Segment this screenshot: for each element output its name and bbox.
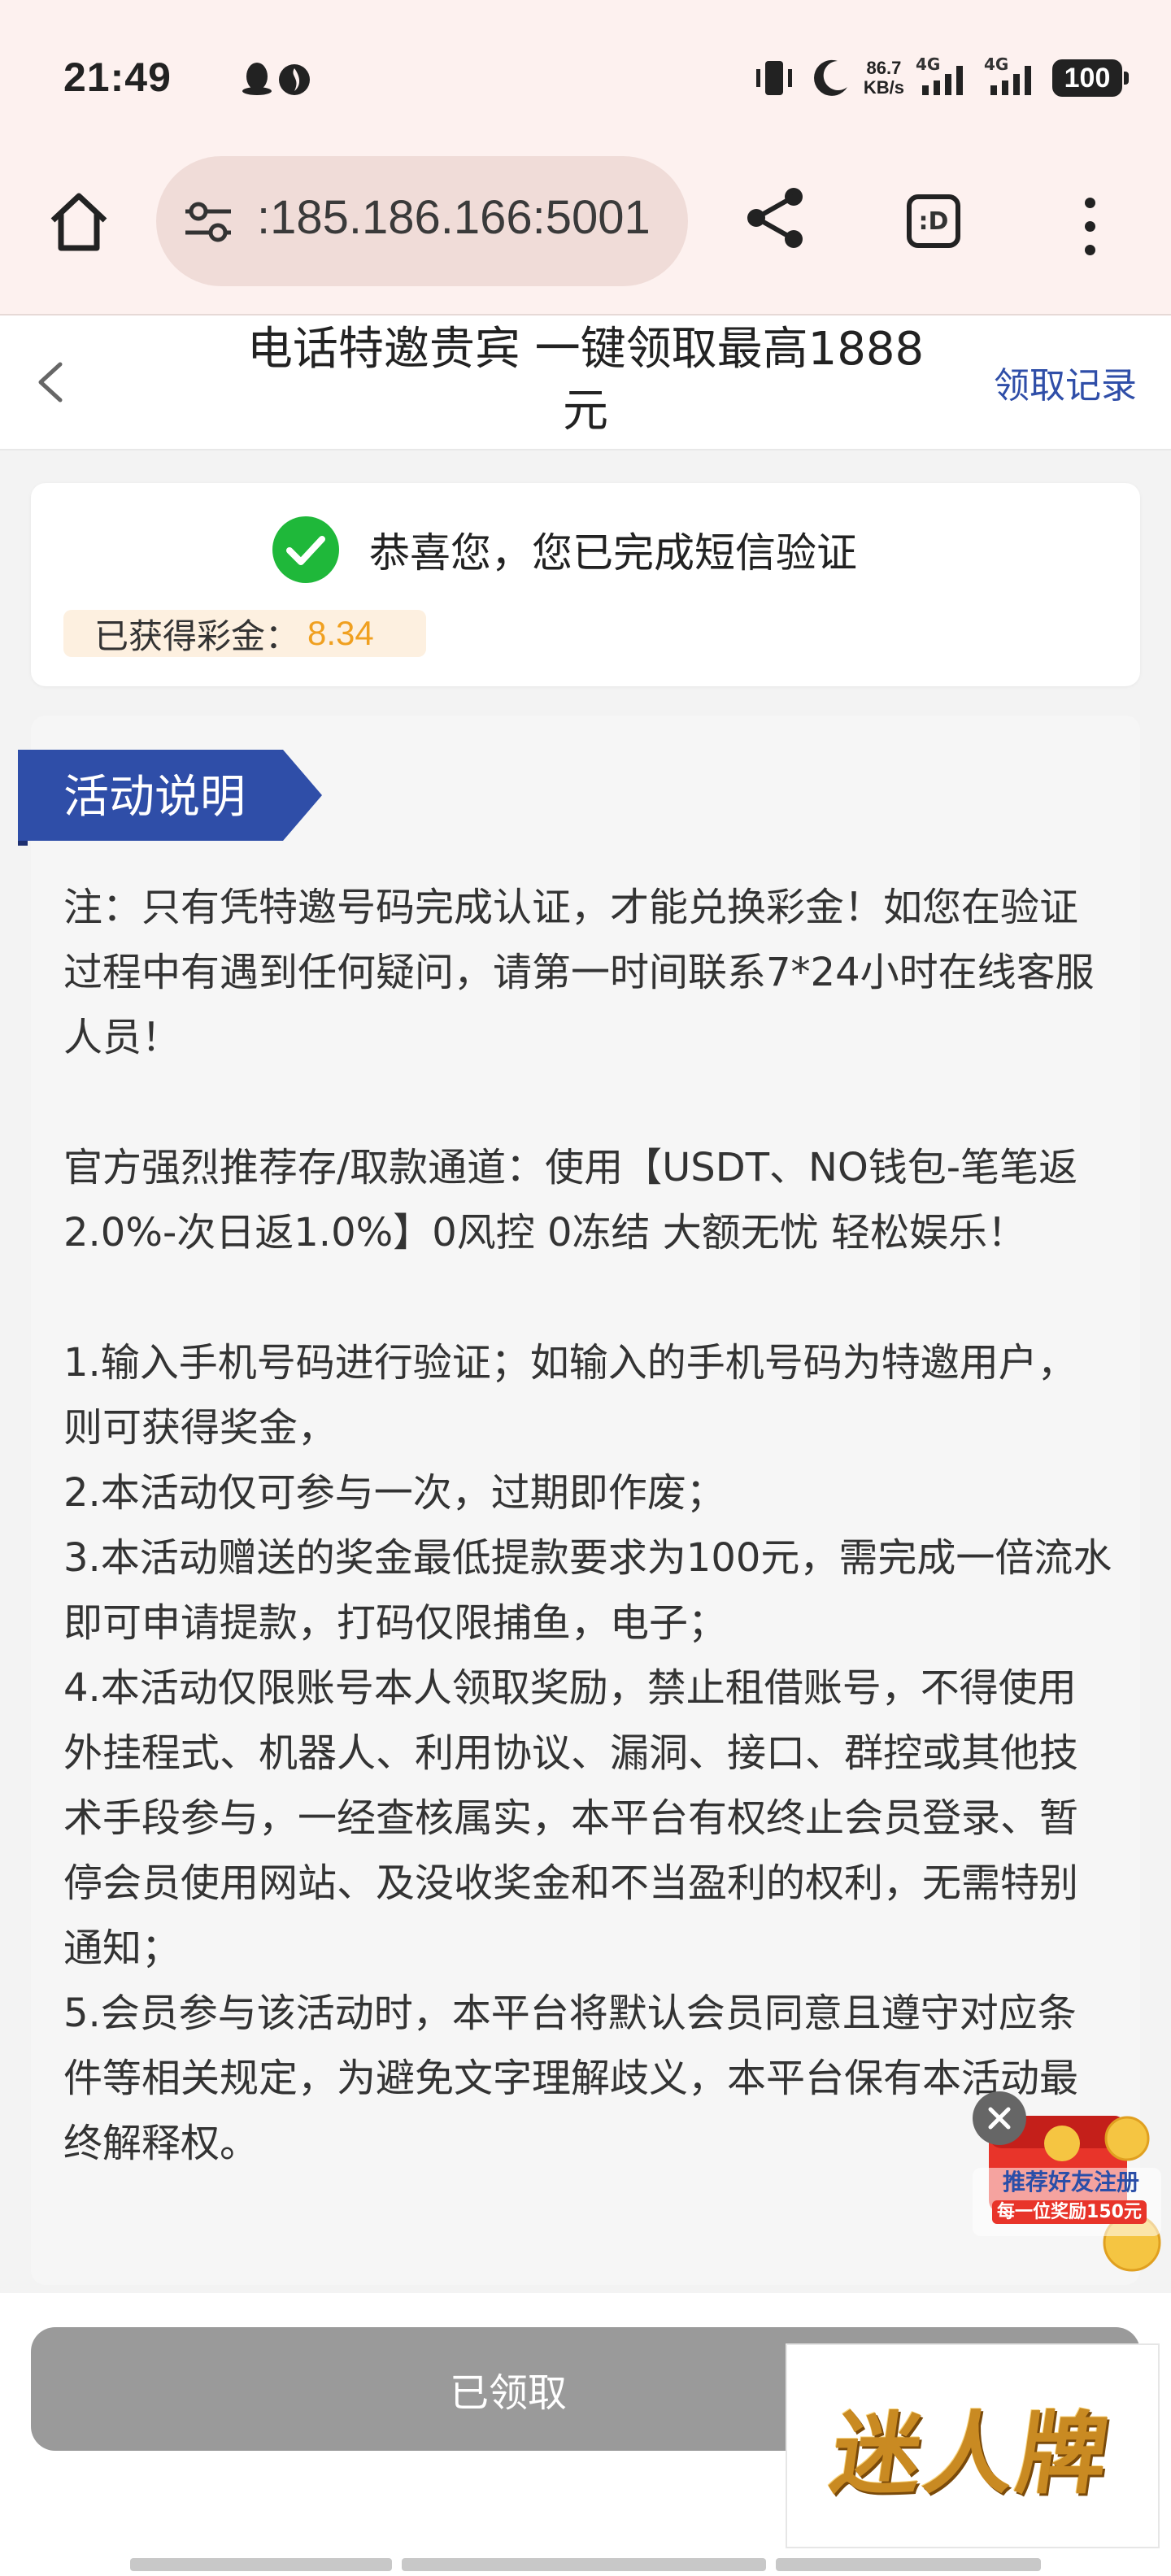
share-button[interactable] xyxy=(735,177,816,259)
tab-switcher-icon: :D xyxy=(907,194,960,248)
battery-indicator: 100 xyxy=(1052,59,1129,97)
net-speed-value: 86.7 xyxy=(866,58,902,78)
home-button[interactable] xyxy=(42,185,115,259)
url-text: :185.186.166:5001 xyxy=(257,191,651,244)
net-speed-unit: KB/s xyxy=(863,77,904,98)
activity-channel: 官方强烈推荐存/取款通道：使用【USDT、NO钱包-笔笔返2.0%-次日返1.0… xyxy=(63,1145,1078,1255)
close-icon xyxy=(988,2107,1011,2130)
page-title: 电话特邀贵宾 一键领取最高1888元 xyxy=(246,323,925,437)
home-icon xyxy=(50,193,107,251)
brand-logo-text: 迷人牌 xyxy=(825,2401,1118,2506)
tab-switcher-button[interactable]: :D xyxy=(899,187,968,255)
menu-dot xyxy=(1084,197,1095,208)
verification-card: 恭喜您，您已完成短信验证 已获得彩金： 8.34 xyxy=(31,483,1140,686)
page-header: 电话特邀贵宾 一键领取最高1888元 领取记录 xyxy=(0,315,1171,450)
address-bar[interactable]: :185.186.166:5001 xyxy=(156,156,688,286)
check-circle-icon xyxy=(272,516,339,583)
back-chevron-icon[interactable] xyxy=(28,358,76,407)
home-indicator-segment xyxy=(402,2558,766,2571)
home-indicator-segment xyxy=(776,2558,1041,2571)
browser-menu-button[interactable] xyxy=(1065,185,1114,267)
ad-subline-text: 每一位奖励150元 xyxy=(992,2200,1147,2224)
rule-item: 2.本活动仅可参与一次，过期即作废； xyxy=(63,1470,725,1516)
ad-subline: 每一位奖励150元 xyxy=(984,2197,1155,2224)
browser-toolbar: :185.186.166:5001 :D xyxy=(0,146,1171,315)
rule-item: 3.本活动赠送的奖金最低提款要求为100元，需完成一倍流水即可申请提款，打码仅限… xyxy=(63,1535,1112,1646)
signal-sim1-icon: 4G xyxy=(916,54,973,98)
share-icon xyxy=(747,188,803,248)
rule-item: 4.本活动仅限账号本人领取奖励，禁止租借账号，不得使用外挂程式、机器人、利用协议… xyxy=(63,1665,1079,1971)
site-settings-icon[interactable] xyxy=(182,197,234,246)
rule-item: 5.会员参与该活动时，本平台将默认会员同意且遵守对应条件等相关规定，为避免文字理… xyxy=(63,1991,1079,2166)
status-time: 21:49 xyxy=(63,54,172,100)
app-flame-icon xyxy=(279,64,310,95)
status-indicators: 86.7 KB/s 4G 4G 100 xyxy=(751,54,1129,102)
bonus-value: 8.34 xyxy=(307,614,374,652)
do-not-disturb-moon-icon xyxy=(813,59,847,96)
claim-records-link[interactable]: 领取记录 xyxy=(994,356,1137,408)
brand-logo[interactable]: 迷人牌 xyxy=(786,2343,1160,2548)
menu-dot xyxy=(1084,244,1095,255)
activity-description: 注：只有凭特邀号码完成认证，才能兑换彩金！如您在验证过程中有遇到任何疑问，请第一… xyxy=(63,875,1112,2176)
qq-penguin-icon xyxy=(242,63,272,95)
network-speed: 86.7 KB/s xyxy=(864,59,904,98)
activity-note: 注：只有凭特邀号码完成认证，才能兑换彩金！如您在验证过程中有遇到任何疑问，请第一… xyxy=(63,885,1095,1060)
bonus-badge: 已获得彩金： 8.34 xyxy=(63,610,426,657)
notification-icons xyxy=(241,59,314,101)
rule-item: 1.输入手机号码进行验证；如输入的手机号码为特邀用户，则可获得奖金， xyxy=(63,1340,1077,1451)
ad-close-button[interactable] xyxy=(973,2091,1026,2145)
verification-message: 恭喜您，您已完成短信验证 xyxy=(369,529,857,577)
home-indicator-segment xyxy=(130,2558,392,2571)
signal-sim2-icon: 4G xyxy=(984,54,1041,98)
verification-status: 恭喜您，您已完成短信验证 xyxy=(272,516,857,584)
bonus-label: 已获得彩金： xyxy=(94,616,300,656)
status-bar: 21:49 86.7 KB/s 4G 4G 100 xyxy=(0,0,1171,146)
activity-heading: 活动说明 xyxy=(63,771,246,824)
ad-headline: 推荐好友注册 xyxy=(1002,2169,1139,2195)
menu-dot xyxy=(1084,220,1095,232)
vibrate-icon xyxy=(755,61,792,95)
